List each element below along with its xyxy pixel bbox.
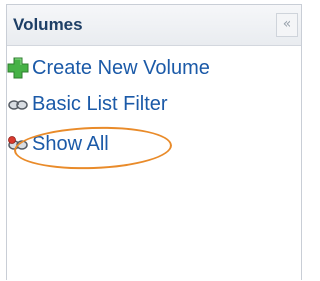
create-new-volume-label: Create New Volume [32,56,210,79]
basic-list-filter-label: Basic List Filter [32,92,168,115]
basic-list-filter-link[interactable]: Basic List Filter [6,90,168,118]
filter-remove-icon [6,132,30,156]
create-new-volume-link[interactable]: Create New Volume [6,54,210,82]
collapse-button[interactable]: « [276,13,298,37]
double-chevron-left-icon: « [282,16,292,32]
panel-header: Volumes « [7,5,301,46]
filter-icon [6,92,30,116]
show-all-label: Show All [32,132,109,155]
panel-title: Volumes [13,15,83,34]
show-all-link[interactable]: Show All [6,130,109,158]
add-icon [6,56,30,80]
